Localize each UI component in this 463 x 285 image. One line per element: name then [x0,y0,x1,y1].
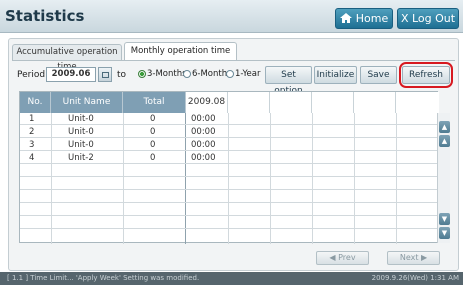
logout-button[interactable]: X Log Out [397,8,459,29]
column-header-total: Total [123,92,186,113]
table-row[interactable] [20,217,439,229]
calendar-button[interactable] [98,67,112,82]
table-row[interactable] [20,230,439,242]
column-header-empty [312,92,354,113]
cell-no: 1 [29,114,35,124]
table-row[interactable]: 1 Unit-0 0 00:00 [20,113,439,125]
cell-month: 00:00 [191,114,216,124]
table-row[interactable] [20,178,439,190]
initialize-button[interactable]: Initialize [314,66,357,84]
table-row[interactable]: 2 Unit-0 0 00:00 [20,126,439,138]
column-header-empty [354,92,396,113]
column-header-empty [228,92,270,113]
column-header-empty [396,92,439,113]
cell-total: 0 [150,127,156,137]
scroll-to-bottom-button[interactable]: ▼ [439,227,450,239]
scroll-to-top-button[interactable]: ▲ [439,121,450,133]
column-header-no: No. [20,92,51,113]
cell-no: 2 [29,127,35,137]
page-title: Statistics [5,7,85,25]
cell-unit-name: Unit-2 [68,153,94,163]
home-icon [339,13,352,23]
home-button-label: Home [355,12,389,25]
save-button[interactable]: Save [360,66,397,84]
cell-no: 3 [29,140,35,150]
vertical-scrollbar[interactable]: ▲ ▲ ▼ ▼ [437,113,450,243]
cell-month: 00:00 [191,140,216,150]
column-header-unit-name: Unit Name [51,92,123,113]
table-row[interactable] [20,204,439,216]
set-option-button[interactable]: Set option [265,66,312,96]
cell-unit-name: Unit-0 [68,127,94,137]
to-label: to [117,70,127,80]
period-label: Period [17,70,46,80]
radio-1-year-label: 1-Year [235,69,261,79]
operation-time-table: No. Unit Name Total 2009.08 1 Unit-0 0 0… [19,91,439,244]
table-row[interactable]: 3 Unit-0 0 00:00 [20,139,439,151]
radio-3-months-label: 3-Months [147,69,187,79]
status-timestamp: 2009.9.26(Wed) 1:31 AM [371,274,459,282]
next-page-button[interactable]: Next ▶ [387,251,440,265]
status-message: [ 1.1 ] Time Limit... 'Apply Week' Setti… [7,274,200,282]
table-row[interactable] [20,191,439,203]
table-row[interactable]: 4 Unit-2 0 00:00 [20,152,439,164]
cell-month: 00:00 [191,127,216,137]
scroll-up-button[interactable]: ▲ [439,135,450,147]
tab-divider [12,60,455,61]
cell-unit-name: Unit-0 [68,140,94,150]
tab-accumulative-operation-time[interactable]: Accumulative operation time [12,44,122,72]
period-field[interactable]: 2009.06 [46,67,96,82]
scroll-down-button[interactable]: ▼ [439,213,450,225]
prev-page-button[interactable]: ◀ Prev [316,251,369,265]
cell-total: 0 [150,114,156,124]
radio-6-months[interactable] [183,70,191,78]
cell-total: 0 [150,153,156,163]
cell-unit-name: Unit-0 [68,114,94,124]
header-bar: Statistics Home X Log Out [0,0,463,33]
cell-total: 0 [150,140,156,150]
radio-1-year[interactable] [226,70,234,78]
cell-month: 00:00 [191,153,216,163]
status-bar: [ 1.1 ] Time Limit... 'Apply Week' Setti… [0,272,463,285]
tab-monthly-operation-time[interactable]: Monthly operation time [124,42,237,60]
column-header-month: 2009.08 [186,92,228,113]
table-row[interactable] [20,165,439,177]
column-header-empty [270,92,312,113]
radio-3-months[interactable] [138,70,146,78]
calendar-icon [102,72,109,78]
cell-no: 4 [29,153,35,163]
refresh-highlight-ring [399,62,453,88]
home-button[interactable]: Home [335,8,393,29]
